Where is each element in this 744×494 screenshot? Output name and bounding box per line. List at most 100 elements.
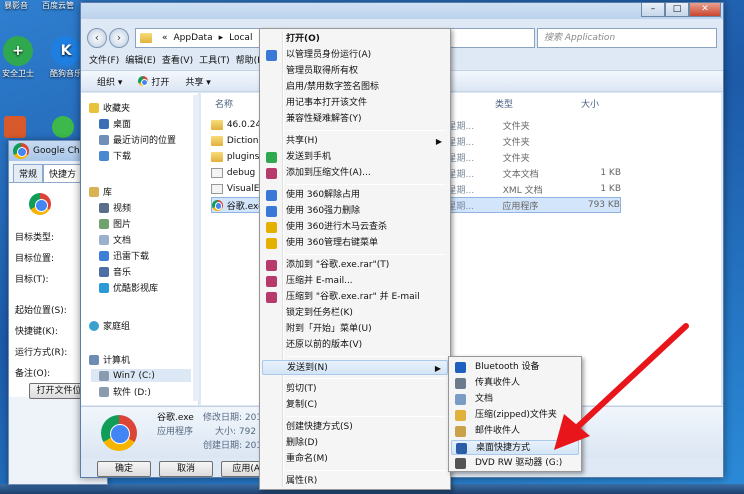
- context-menu-item[interactable]: 发送到手机: [262, 150, 448, 165]
- tab-general[interactable]: 常规: [13, 164, 44, 182]
- ok-button[interactable]: 确定: [97, 461, 151, 477]
- send-to-item[interactable]: DVD RW 驱动器 (G:): [451, 456, 579, 471]
- share-button[interactable]: 共享 ▾: [185, 75, 210, 88]
- nav-drive-c[interactable]: Win7 (C:): [91, 369, 191, 382]
- breadcrumb-appdata[interactable]: AppData: [174, 33, 213, 43]
- menu-item-label: 属性(R): [286, 476, 318, 486]
- context-menu-item[interactable]: 用记事本打开该文件: [262, 96, 448, 111]
- menu-item-label: 兼容性疑难解答(Y): [286, 114, 362, 124]
- xml-file-icon: [211, 184, 223, 194]
- context-menu-item[interactable]: 还原以前的版本(V): [262, 338, 448, 353]
- desktop-icon: [99, 118, 109, 129]
- column-size[interactable]: 大小: [581, 97, 599, 110]
- context-menu-item[interactable]: 使用 360强力删除: [262, 204, 448, 219]
- context-menu-item[interactable]: 属性(R): [262, 474, 448, 489]
- send-to-item-label: 邮件收件人: [475, 426, 521, 436]
- details-size: 大小: 792: [215, 427, 257, 437]
- menu-item-label: 重命名(M): [286, 454, 328, 464]
- context-menu-item[interactable]: 压缩并 E-mail...: [262, 274, 448, 289]
- breadcrumb-local[interactable]: Local: [229, 33, 252, 43]
- menu-view[interactable]: 查看(V): [162, 53, 193, 69]
- menu-item-label: 添加到压缩文件(A)...: [286, 168, 371, 178]
- context-menu-item[interactable]: 发送到(N) ▶: [262, 360, 448, 375]
- menu-tools[interactable]: 工具(T): [199, 53, 230, 69]
- star-icon: [89, 102, 99, 113]
- context-menu: 打开(O) 以管理员身份运行(A) 管理员取得所有权启用/禁用数字签名图标用记事本打…: [259, 28, 451, 490]
- context-menu-item[interactable]: 删除(D): [262, 436, 448, 451]
- context-menu-item[interactable]: 压缩到 "谷歌.exe.rar" 并 E-mail: [262, 290, 448, 305]
- menu-file[interactable]: 文件(F): [89, 53, 119, 69]
- nav-libraries[interactable]: 库: [89, 185, 205, 198]
- back-button[interactable]: ‹: [87, 28, 107, 48]
- menu-item-label: 使用 360管理右键菜单: [286, 238, 379, 248]
- context-menu-item[interactable]: 打开(O): [262, 32, 448, 47]
- tab-shortcut[interactable]: 快捷方: [43, 164, 83, 182]
- send-to-item-icon: [455, 426, 466, 437]
- chrome-icon: [13, 143, 29, 159]
- context-menu-item[interactable]: 锁定到任务栏(K): [262, 306, 448, 321]
- context-menu-item[interactable]: 附到「开始」菜单(U): [262, 322, 448, 337]
- search-input[interactable]: 搜索 Application: [537, 28, 717, 48]
- video-icon: [99, 202, 109, 213]
- context-menu-item[interactable]: 以管理员身份运行(A): [262, 48, 448, 63]
- context-menu-item[interactable]: 添加到 "谷歌.exe.rar"(T): [262, 258, 448, 273]
- folder-icon: [211, 152, 223, 162]
- homegroup-icon: [89, 320, 99, 331]
- menu-item-label: 启用/禁用数字签名图标: [286, 82, 380, 92]
- menu-edit[interactable]: 编辑(E): [125, 53, 156, 69]
- maximize-button[interactable]: □: [665, 3, 689, 17]
- open-button[interactable]: 打开: [138, 75, 169, 88]
- organize-button[interactable]: 组织 ▾: [97, 75, 122, 88]
- nav-computer[interactable]: 计算机: [89, 353, 205, 366]
- text-file-icon: [211, 168, 223, 178]
- column-name[interactable]: 名称: [215, 97, 233, 110]
- folder-icon: [211, 136, 223, 146]
- menu-item-icon: [266, 206, 277, 217]
- forward-button[interactable]: ›: [109, 28, 129, 48]
- context-menu-item[interactable]: 启用/禁用数字签名图标: [262, 80, 448, 95]
- minimize-button[interactable]: –: [641, 3, 665, 17]
- submenu-arrow-icon: ▶: [435, 137, 442, 146]
- menu-item-icon: [266, 276, 277, 287]
- menu-item-label: 剪切(T): [286, 384, 317, 394]
- context-menu-item[interactable]: 共享(H) ▶: [262, 134, 448, 149]
- menu-item-label: 管理员取得所有权: [286, 66, 359, 76]
- close-button[interactable]: ✕: [689, 3, 721, 17]
- context-menu-item[interactable]: 添加到压缩文件(A)...: [262, 166, 448, 181]
- context-menu-item[interactable]: 复制(C): [262, 398, 448, 413]
- context-menu-item[interactable]: 重命名(M): [262, 452, 448, 467]
- recent-places-icon: [99, 134, 109, 145]
- shield-plus-icon: +: [3, 36, 33, 66]
- desktop-icon-label: 酷狗音乐: [50, 69, 82, 78]
- send-to-item-icon: [455, 410, 466, 421]
- send-to-item-label: 桌面快捷方式: [476, 443, 531, 453]
- context-menu-item[interactable]: 剪切(T): [262, 382, 448, 397]
- context-menu-item[interactable]: 创建快捷方式(S): [262, 420, 448, 435]
- column-type[interactable]: 类型: [495, 97, 513, 110]
- context-menu-item[interactable]: 兼容性疑难解答(Y): [262, 112, 448, 127]
- chrome-icon: [101, 415, 137, 451]
- menu-item-label: 锁定到任务栏(K): [286, 308, 353, 318]
- send-to-item-icon: [455, 378, 466, 389]
- menu-item-label: 使用 360解除占用: [286, 190, 361, 200]
- send-to-item-label: 传真收件人: [475, 378, 521, 388]
- cancel-button[interactable]: 取消: [159, 461, 213, 477]
- explorer-titlebar[interactable]: – □ ✕: [81, 3, 723, 19]
- nav-scrollbar[interactable]: [193, 95, 199, 401]
- breadcrumb-overflow[interactable]: «: [162, 33, 168, 43]
- wechat-icon[interactable]: [52, 116, 74, 138]
- context-menu-item[interactable]: 使用 360进行木马云查杀: [262, 220, 448, 235]
- menu-item-label: 添加到 "谷歌.exe.rar"(T): [286, 260, 390, 270]
- context-menu-item[interactable]: 使用 360管理右键菜单: [262, 236, 448, 251]
- context-menu-item[interactable]: 使用 360解除占用: [262, 188, 448, 203]
- menu-item-label: 复制(C): [286, 400, 318, 410]
- nav-homegroup[interactable]: 家庭组: [89, 319, 205, 332]
- menu-separator: [286, 356, 446, 357]
- menu-item-label: 发送到手机: [286, 152, 332, 162]
- app-tile-icon[interactable]: [4, 116, 26, 138]
- send-to-item-label: Bluetooth 设备: [475, 362, 540, 372]
- menu-item-icon: [266, 190, 277, 201]
- context-menu-item[interactable]: 管理员取得所有权: [262, 64, 448, 79]
- nav-favorites[interactable]: 收藏夹: [89, 101, 205, 114]
- send-to-item-icon: [455, 362, 466, 373]
